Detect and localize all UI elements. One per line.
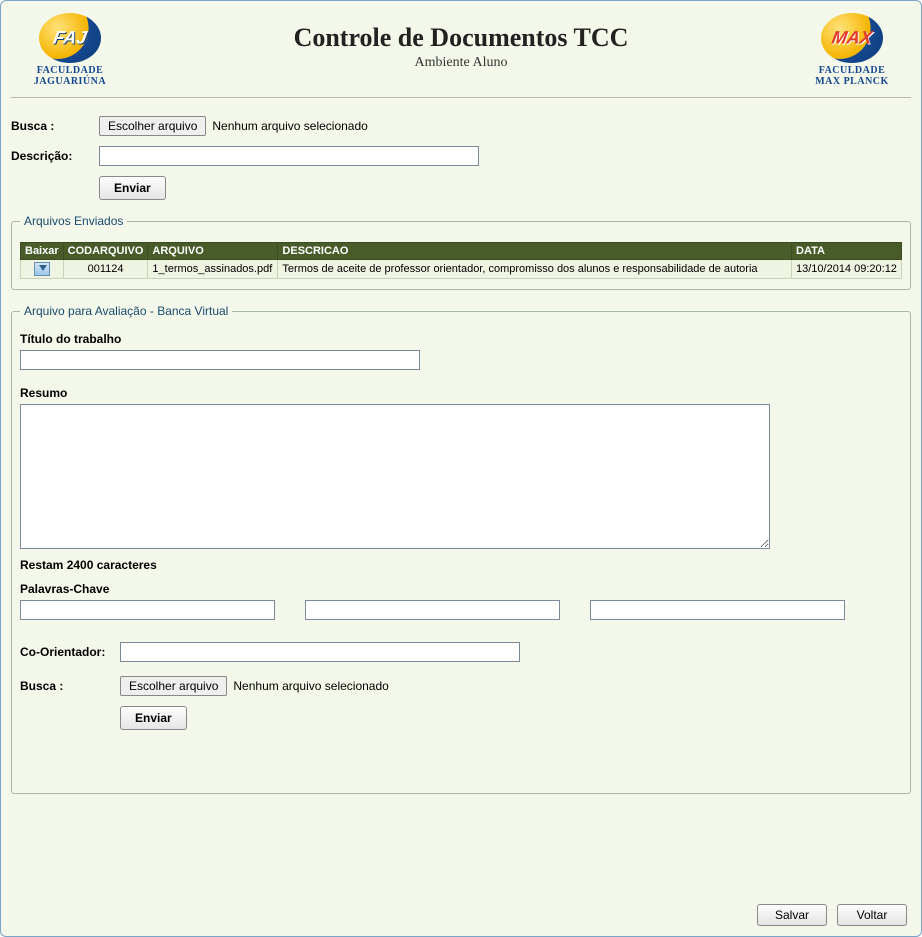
logo-faj: FACULDADE JAGUARIÚNA xyxy=(15,13,125,87)
choose-file-button-1[interactable]: Escolher arquivo xyxy=(99,116,206,136)
voltar-button[interactable]: Voltar xyxy=(837,904,907,926)
cell-arquivo: 1_termos_assinados.pdf xyxy=(148,260,278,279)
coorient-input[interactable] xyxy=(120,642,520,662)
busca-label: Busca : xyxy=(11,119,99,133)
page-title: Controle de Documentos TCC xyxy=(125,23,797,53)
logo-faj-line2: JAGUARIÚNA xyxy=(34,76,106,87)
enviar-button-2[interactable]: Enviar xyxy=(120,706,187,730)
enviar2-row: Enviar xyxy=(20,706,902,730)
busca-row: Busca : Escolher arquivo Nenhum arquivo … xyxy=(11,116,911,136)
col-baixar: Baixar xyxy=(21,243,64,260)
footer-buttons: Salvar Voltar xyxy=(757,904,907,926)
download-icon[interactable] xyxy=(34,262,50,276)
titulo-label: Título do trabalho xyxy=(20,332,902,346)
avaliacao-legend: Arquivo para Avaliação - Banca Virtual xyxy=(20,304,232,318)
char-counter: Restam 2400 caracteres xyxy=(20,558,902,572)
palavras-label: Palavras-Chave xyxy=(20,582,902,596)
avaliacao-group: Arquivo para Avaliação - Banca Virtual T… xyxy=(11,304,911,794)
logo-max-line1: FACULDADE xyxy=(819,65,886,76)
keyword-2-input[interactable] xyxy=(305,600,560,620)
coorient-label: Co-Orientador: xyxy=(20,645,120,659)
col-descricao: DESCRICAO xyxy=(278,243,792,260)
logo-max-caption: FACULDADE MAX PLANCK xyxy=(815,65,889,87)
logo-faj-line1: FACULDADE xyxy=(37,65,104,76)
table-row: 001124 1_termos_assinados.pdf Termos de … xyxy=(21,260,902,279)
page-subtitle: Ambiente Aluno xyxy=(125,55,797,71)
keywords-row xyxy=(20,600,902,620)
main-panel: FACULDADE JAGUARIÚNA Controle de Documen… xyxy=(0,0,922,937)
arquivos-enviados-group: Arquivos Enviados Baixar CODARQUIVO ARQU… xyxy=(11,214,911,290)
header: FACULDADE JAGUARIÚNA Controle de Documen… xyxy=(11,9,911,87)
enviar-button-1[interactable]: Enviar xyxy=(99,176,166,200)
col-arquivo: ARQUIVO xyxy=(148,243,278,260)
logo-maxplanck: FACULDADE MAX PLANCK xyxy=(797,13,907,87)
busca2-label: Busca : xyxy=(20,679,120,693)
logo-max-line2: MAX PLANCK xyxy=(815,76,889,87)
keyword-3-input[interactable] xyxy=(590,600,845,620)
busca2-row: Busca : Escolher arquivo Nenhum arquivo … xyxy=(20,676,902,696)
cell-descricao: Termos de aceite de professor orientador… xyxy=(278,260,792,279)
descricao-input[interactable] xyxy=(99,146,479,166)
arquivos-table: Baixar CODARQUIVO ARQUIVO DESCRICAO DATA… xyxy=(20,242,902,279)
title-block: Controle de Documentos TCC Ambiente Alun… xyxy=(125,13,797,71)
salvar-button[interactable]: Salvar xyxy=(757,904,827,926)
descricao-label: Descrição: xyxy=(11,149,99,163)
header-separator xyxy=(11,97,911,98)
titulo-input[interactable] xyxy=(20,350,420,370)
coorient-row: Co-Orientador: xyxy=(20,642,902,662)
resumo-textarea[interactable] xyxy=(20,404,770,549)
file-status-2: Nenhum arquivo selecionado xyxy=(233,679,388,693)
descricao-row: Descrição: xyxy=(11,146,911,166)
choose-file-button-2[interactable]: Escolher arquivo xyxy=(120,676,227,696)
keyword-1-input[interactable] xyxy=(20,600,275,620)
cell-cod: 001124 xyxy=(63,260,148,279)
enviar1-row: Enviar xyxy=(11,176,911,200)
arquivos-enviados-legend: Arquivos Enviados xyxy=(20,214,127,228)
col-data: DATA xyxy=(792,243,902,260)
faj-logo-icon xyxy=(39,13,101,63)
cell-data: 13/10/2014 09:20:12 xyxy=(792,260,902,279)
maxplanck-logo-icon xyxy=(821,13,883,63)
resumo-label: Resumo xyxy=(20,386,902,400)
col-cod: CODARQUIVO xyxy=(63,243,148,260)
logo-faj-caption: FACULDADE JAGUARIÚNA xyxy=(34,65,106,87)
file-status-1: Nenhum arquivo selecionado xyxy=(212,119,367,133)
